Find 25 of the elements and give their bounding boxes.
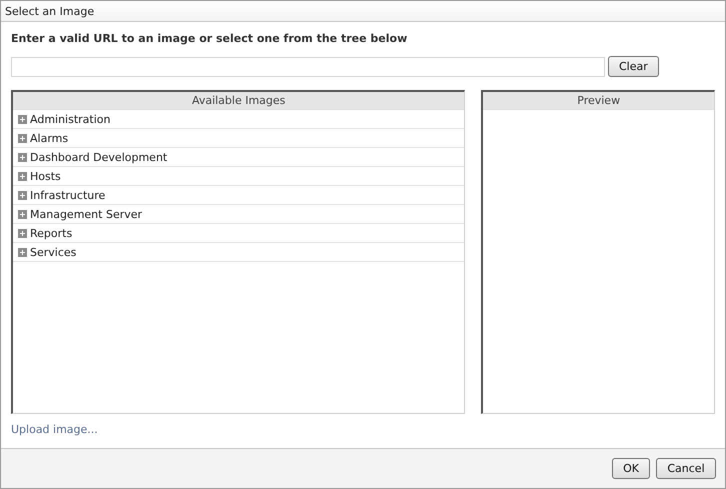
upload-link[interactable]: Upload image... [11,423,98,436]
url-field[interactable] [11,56,605,76]
plus-icon[interactable] [18,134,27,142]
plus-icon[interactable] [18,114,27,124]
plus-icon[interactable] [18,172,27,180]
cancel-button[interactable]: Cancel [656,458,716,479]
plus-icon[interactable] [18,248,27,256]
ok-button[interactable]: OK [612,458,650,479]
instruction-text: Enter a valid URL to an image or select one from the tree below [11,32,408,45]
tree-item[interactable]: Management Server [13,205,464,224]
window-title: Select an Image [5,4,94,18]
plus-icon[interactable] [18,210,27,218]
plus-icon[interactable] [18,228,27,238]
plus-icon[interactable] [18,152,27,162]
tree-item[interactable]: Dashboard Development [13,148,464,167]
tree-item[interactable]: Alarms [13,129,464,148]
tree-item[interactable]: Infrastructure [13,186,464,205]
tree-item[interactable]: Reports [13,224,464,243]
clear-button[interactable]: Clear [608,56,659,77]
panel-header: Preview [483,92,714,110]
plus-icon[interactable] [18,190,27,200]
tree-item[interactable]: Services [13,243,464,262]
tree-item[interactable]: Administration [13,110,464,129]
panel-header: Available Images [13,92,464,110]
tree-item[interactable]: Hosts [13,167,464,186]
